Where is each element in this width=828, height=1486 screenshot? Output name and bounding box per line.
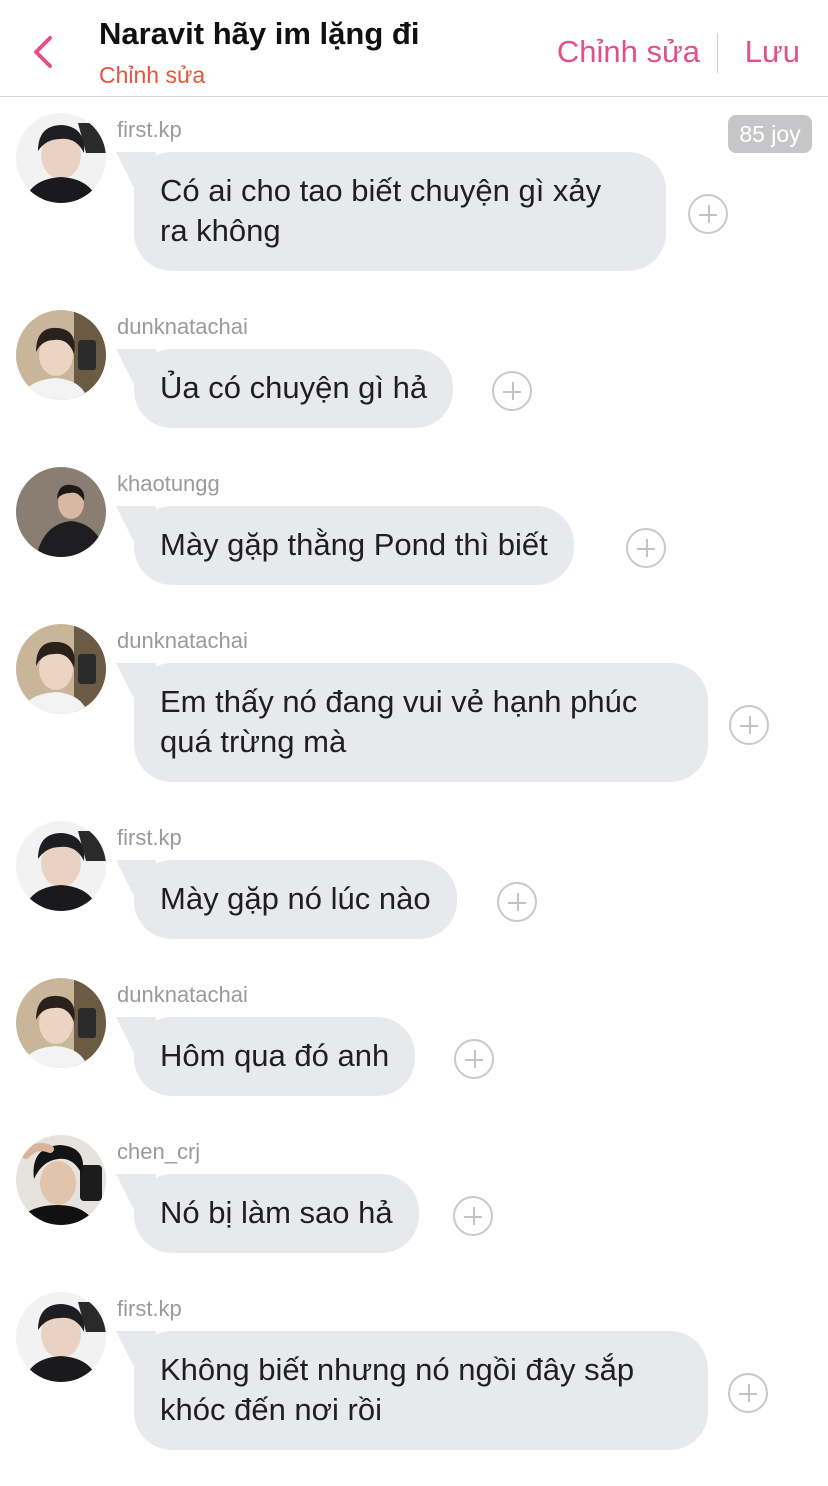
- message-bubble[interactable]: Hôm qua đó anh: [134, 1017, 416, 1096]
- sender-username: dunknatachai: [117, 314, 248, 339]
- message-text-line: ra không: [160, 213, 281, 248]
- add-reaction-icon[interactable]: [453, 1196, 493, 1236]
- top-bar: Naravit hãy im lặng đi Chỉnh sửa Chỉnh s…: [0, 0, 828, 97]
- message-bubble[interactable]: Mày gặp nó lúc nào: [134, 860, 457, 939]
- message-bubble[interactable]: Có ai cho tao biết chuyện gì xảy ra khôn…: [134, 152, 666, 271]
- message-bubble[interactable]: Ủa có chuyện gì hả: [134, 349, 454, 428]
- back-chevron-icon[interactable]: [26, 30, 66, 74]
- avatar[interactable]: [16, 113, 106, 203]
- message-bubble[interactable]: Không biết nhưng nó ngồi đây sắp khóc đế…: [134, 1331, 708, 1450]
- edit-subtitle-link[interactable]: Chỉnh sửa: [99, 62, 205, 89]
- avatar[interactable]: [16, 821, 106, 911]
- add-reaction-icon[interactable]: [688, 194, 728, 234]
- message-text-line: Em thấy nó đang vui vẻ hạnh phúc: [160, 684, 638, 719]
- add-reaction-icon[interactable]: [497, 882, 537, 922]
- sender-username: khaotungg: [117, 471, 220, 496]
- avatar[interactable]: [16, 310, 106, 400]
- header-divider: [717, 33, 718, 73]
- sender-username: dunknatachai: [117, 628, 248, 653]
- sender-username: first.kp: [117, 825, 182, 850]
- avatar[interactable]: [16, 624, 106, 714]
- message-bubble[interactable]: Mày gặp thằng Pond thì biết: [134, 506, 574, 585]
- message-text-line: khóc đến nơi rồi: [160, 1392, 382, 1427]
- sender-username: first.kp: [117, 117, 182, 142]
- avatar[interactable]: [16, 978, 106, 1068]
- message-bubble[interactable]: Nó bị làm sao hả: [134, 1174, 419, 1253]
- add-reaction-icon[interactable]: [454, 1039, 494, 1079]
- edit-button[interactable]: Chỉnh sửa: [557, 34, 700, 70]
- add-reaction-icon[interactable]: [729, 705, 769, 745]
- message-text-line: quá trừng mà: [160, 724, 347, 759]
- message-text-line: Hôm qua đó anh: [160, 1038, 390, 1073]
- message-bubble[interactable]: Em thấy nó đang vui vẻ hạnh phúc quá trừ…: [134, 663, 708, 782]
- sender-username: dunknatachai: [117, 982, 248, 1007]
- add-reaction-icon[interactable]: [728, 1373, 768, 1413]
- add-reaction-icon[interactable]: [626, 528, 666, 568]
- message-text-line: Có ai cho tao biết chuyện gì xảy: [160, 173, 602, 208]
- sender-username: chen_crj: [117, 1139, 201, 1164]
- message-text-line: Nó bị làm sao hả: [160, 1195, 393, 1230]
- conversation-title: Naravit hãy im lặng đi: [99, 16, 420, 51]
- message-text-line: Ủa có chuyện gì hả: [160, 370, 428, 405]
- avatar[interactable]: [16, 1292, 106, 1382]
- message-text-line: Không biết nhưng nó ngồi đây sắp: [160, 1352, 635, 1387]
- message-text-line: Mày gặp thằng Pond thì biết: [160, 527, 548, 562]
- joy-badge: 85 joy: [728, 115, 812, 153]
- sender-username: first.kp: [117, 1296, 182, 1321]
- save-button[interactable]: Lưu: [745, 34, 800, 70]
- avatar[interactable]: [16, 1135, 106, 1225]
- add-reaction-icon[interactable]: [492, 371, 532, 411]
- message-text-line: Mày gặp nó lúc nào: [160, 881, 431, 916]
- avatar[interactable]: [16, 467, 106, 557]
